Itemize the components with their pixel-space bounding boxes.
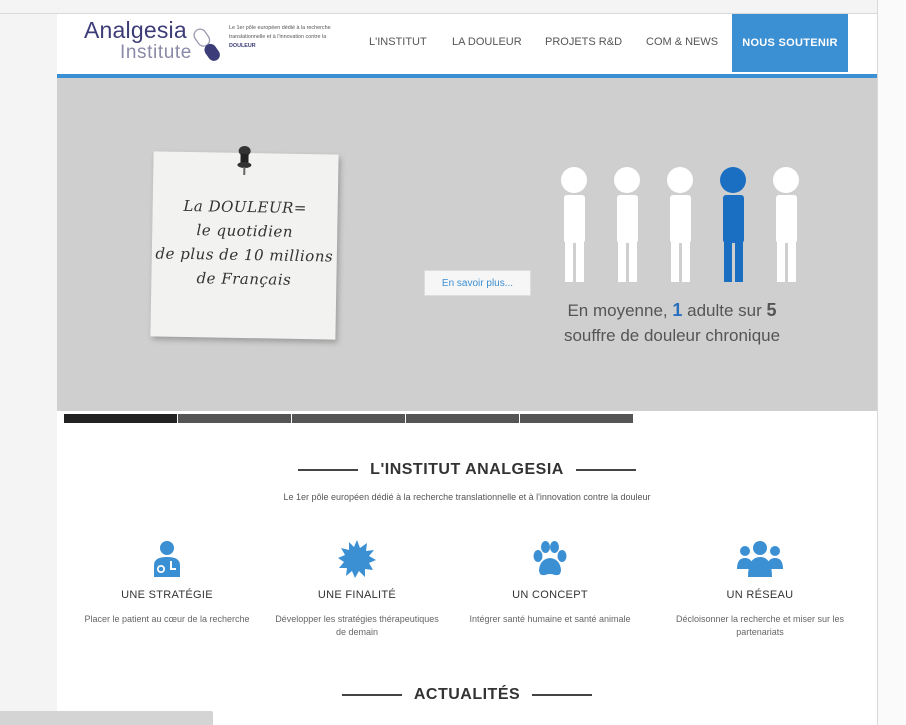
hero-slider: La DOULEUR= le quotidien de plus de 10 m… — [57, 78, 877, 423]
slide-indicator[interactable] — [292, 414, 405, 423]
title-rule — [532, 693, 593, 696]
nav-item-projets[interactable]: PROJETS R&D — [545, 36, 622, 48]
person-icon — [773, 167, 799, 282]
person-icon — [614, 167, 640, 282]
site-tagline: Le 1er pôle européen dédié à la recherch… — [229, 24, 339, 51]
pushpin-icon — [237, 145, 252, 176]
feature-desc: Développer les stratégies thérapeutiques… — [275, 614, 439, 637]
actualites-section-title: ACTUALITÉS — [57, 686, 877, 704]
note-line: le quotidien — [196, 221, 294, 241]
stat-line-1: En moyenne, 1 adulte sur 5 — [527, 300, 817, 321]
en-savoir-plus-button[interactable]: En savoir plus... — [424, 270, 531, 296]
sticky-note: La DOULEUR= le quotidien de plus de 10 m… — [150, 145, 339, 340]
institut-section-title: L'INSTITUT ANALGESIA — [57, 461, 877, 479]
nav-item-institut[interactable]: L'INSTITUT — [369, 36, 427, 48]
logo-word-institute: Institute — [120, 42, 192, 63]
slide-indicator[interactable] — [64, 414, 177, 423]
stat-mid: adulte sur — [687, 301, 762, 320]
note-line: La DOULEUR= — [183, 196, 308, 218]
title-rule — [341, 693, 402, 696]
feature-desc: Décloisonner la recherche et miser sur l… — [675, 614, 845, 637]
people-figures — [561, 167, 799, 282]
paw-icon — [533, 541, 567, 576]
starburst-icon — [338, 540, 376, 578]
institut-subtitle: Le 1er pôle européen dédié à la recherch… — [283, 492, 651, 502]
feature-concept: UN CONCEPT Intégrer santé humaine et san… — [465, 539, 635, 626]
person-icon — [561, 167, 587, 282]
logo-word-analgesia: Analgesia — [84, 17, 187, 43]
actualites-title-text: ACTUALITÉS — [413, 686, 521, 703]
note-line: de plus de 10 millions — [155, 244, 334, 266]
feature-title: UNE FINALITÉ — [317, 589, 397, 601]
tagline-text: Le 1er pôle européen dédié à la recherch… — [229, 25, 331, 40]
stat-total: 5 — [766, 300, 777, 320]
nav-item-douleur[interactable]: LA DOULEUR — [452, 36, 522, 48]
title-rule — [298, 468, 359, 471]
slide-indicator[interactable] — [406, 414, 519, 423]
site-header: Analgesia Institute Le 1er pôle européen… — [57, 14, 877, 74]
status-bar — [0, 711, 213, 725]
title-rule — [575, 468, 636, 471]
feature-desc: Intégrer santé humaine et santé animale — [469, 614, 631, 624]
feature-finalite: UNE FINALITÉ Développer les stratégies t… — [272, 539, 442, 639]
stat-line-2: souffre de douleur chronique — [563, 326, 781, 345]
slide-indicator[interactable] — [520, 414, 633, 423]
feature-strategie: UNE STRATÉGIE Placer le patient au cœur … — [82, 539, 252, 626]
slide-indicator[interactable] — [178, 414, 291, 423]
stat-number: 1 — [672, 300, 683, 320]
institut-title-text: L'INSTITUT ANALGESIA — [370, 461, 564, 478]
slider-indicators — [64, 414, 634, 423]
feature-reseau: UN RÉSEAU Décloisonner la recherche et m… — [675, 539, 845, 639]
capsule-icon — [193, 28, 220, 61]
feature-desc: Placer le patient au cœur de la recherch… — [84, 614, 250, 624]
feature-title: UN RÉSEAU — [726, 589, 794, 601]
feature-title: UNE STRATÉGIE — [121, 589, 213, 601]
page: Analgesia Institute Le 1er pôle européen… — [57, 14, 877, 725]
highlighted-person-icon — [720, 167, 746, 282]
scrollbar-track[interactable] — [877, 0, 906, 725]
site-logo[interactable]: Analgesia Institute — [84, 17, 229, 69]
person-icon — [667, 167, 693, 282]
note-text: La DOULEUR= le quotidien de plus de 10 m… — [151, 193, 338, 292]
nav-item-com-news[interactable]: COM & NEWS — [646, 36, 718, 48]
doctor-icon — [154, 541, 180, 577]
stat-prefix: En moyenne, — [567, 301, 668, 320]
tagline-highlight: DOULEUR — [229, 43, 256, 49]
group-icon — [737, 541, 783, 577]
nous-soutenir-button[interactable]: NOUS SOUTENIR — [732, 14, 848, 72]
note-line: de Français — [196, 269, 292, 289]
feature-title: UN CONCEPT — [512, 589, 588, 601]
